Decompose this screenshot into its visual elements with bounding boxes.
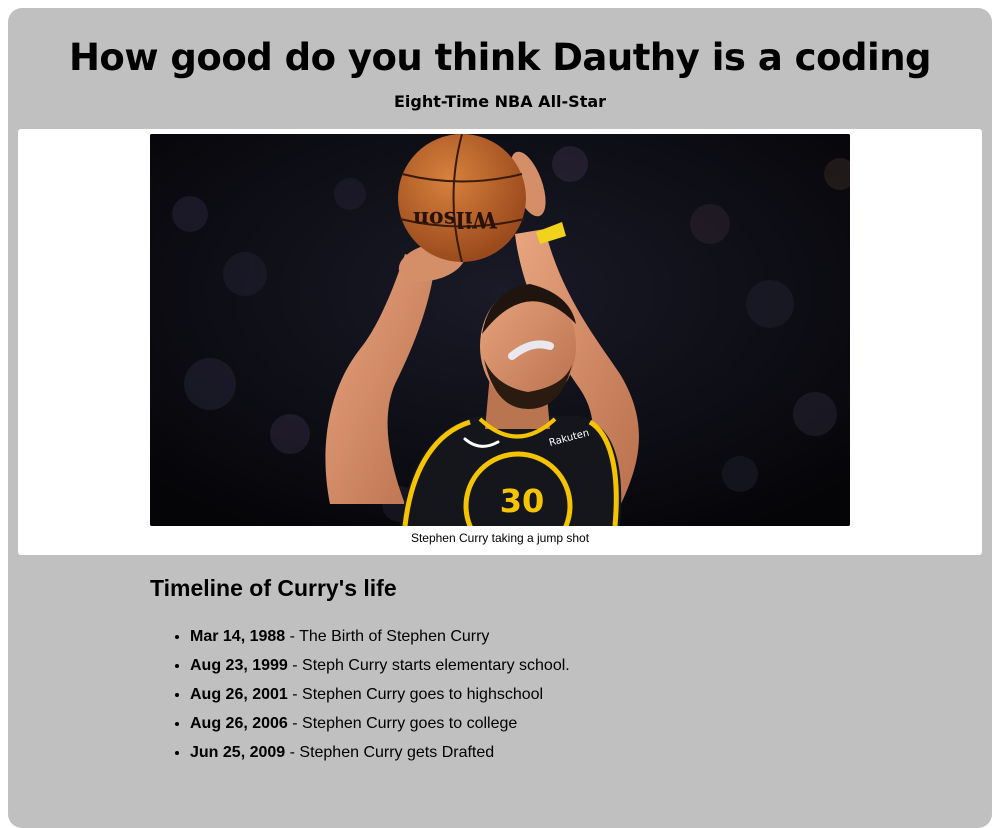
timeline-event: - Stephen Curry gets Drafted: [285, 744, 495, 761]
timeline-item: Aug 26, 2006 - Stephen Curry goes to col…: [190, 712, 570, 741]
basketball: Wilson: [398, 134, 526, 263]
timeline-date: Aug 26, 2006: [190, 715, 288, 732]
timeline-item: Jun 25, 2009 - Stephen Curry gets Drafte…: [190, 741, 570, 770]
timeline-date: Aug 23, 1999: [190, 657, 288, 674]
timeline-date: Jun 25, 2009: [190, 744, 286, 761]
page-subtitle: Eight-Time NBA All-Star: [393, 92, 607, 111]
timeline-item: Aug 26, 2001 - Stephen Curry goes to hig…: [190, 683, 570, 712]
svg-text:30: 30: [500, 482, 545, 520]
timeline-event: - Steph Curry starts elementary school.: [287, 657, 570, 674]
timeline-date: Mar 14, 1988: [190, 628, 286, 645]
page-title: How good do you think Dauthy is a coding: [68, 36, 932, 79]
timeline-heading: Timeline of Curry's life: [150, 575, 397, 601]
timeline-event: - The Birth of Stephen Curry: [285, 628, 490, 645]
page-container: How good do you think Dauthy is a coding…: [8, 8, 992, 828]
timeline-list: Mar 14, 1988 - The Birth of Stephen Curr…: [150, 625, 570, 770]
photo-figure: Wilson 30 Rakuten Stephen Curry taking a…: [18, 129, 982, 555]
timeline-date: Aug 26, 2001: [190, 686, 288, 703]
curry-photo: Wilson 30 Rakuten: [150, 134, 850, 526]
timeline-event: - Stephen Curry goes to college: [287, 715, 518, 732]
photo-caption: Stephen Curry taking a jump shot: [410, 531, 590, 545]
timeline-event: - Stephen Curry goes to highschool: [287, 686, 544, 703]
timeline-item: Aug 23, 1999 - Steph Curry starts elemen…: [190, 654, 570, 683]
svg-text:Wilson: Wilson: [413, 206, 498, 232]
timeline-item: Mar 14, 1988 - The Birth of Stephen Curr…: [190, 625, 570, 654]
